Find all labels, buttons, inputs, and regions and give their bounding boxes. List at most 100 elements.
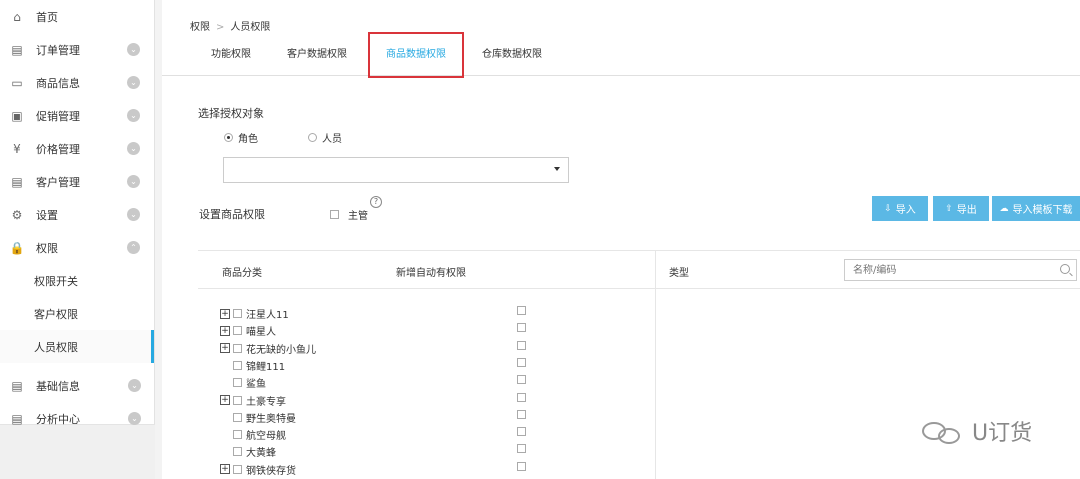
category-label: 鲨鱼 xyxy=(246,379,266,391)
export-button[interactable]: ⇧ 导出 xyxy=(933,196,989,221)
sidebar-item-0[interactable]: ▤ 基础信息 ⌄ xyxy=(0,369,155,402)
grid-header-border xyxy=(198,288,1080,289)
sidebar-item-label: 设置 xyxy=(36,208,58,222)
breadcrumb-current: 人员权限 xyxy=(230,22,271,33)
category-label: 汪星人11 xyxy=(246,310,289,321)
chevron-icon[interactable]: ⌄ xyxy=(128,412,141,425)
auto-permission-checkbox[interactable] xyxy=(517,461,526,471)
breadcrumb: 权限 > 人员权限 xyxy=(190,18,270,33)
auto-permission-checkbox[interactable] xyxy=(517,357,526,367)
auto-permission-checkbox[interactable] xyxy=(517,306,526,315)
tab-function-permission[interactable]: 功能权限 xyxy=(196,40,266,76)
auto-permission-checkbox[interactable] xyxy=(517,444,526,454)
breadcrumb-root[interactable]: 权限 xyxy=(190,22,210,33)
yen-icon: ¥ xyxy=(13,141,21,156)
sidebar-item-label: 价格管理 xyxy=(36,142,80,156)
category-checkbox[interactable] xyxy=(233,430,242,440)
category-label: 大黄蜂 xyxy=(246,448,276,460)
expand-icon[interactable]: + xyxy=(220,308,230,319)
template-download-label: 导入模板下载 xyxy=(1012,205,1073,216)
column-header-category: 商品分类 xyxy=(222,268,262,279)
person-radio[interactable] xyxy=(308,133,317,142)
help-icon[interactable]: ? xyxy=(370,196,382,208)
category-label: 花无缺的小鱼儿 xyxy=(246,344,316,356)
import-icon: ⇩ xyxy=(884,203,892,214)
sidebar-item-6[interactable]: ⚙ 设置 ⌄ xyxy=(0,198,154,231)
search-box xyxy=(844,259,1077,281)
category-checkbox[interactable] xyxy=(233,343,242,353)
sidebar-subitem-1[interactable]: 客户权限 xyxy=(0,297,154,330)
auto-permission-checkbox[interactable] xyxy=(517,409,526,419)
category-checkbox[interactable] xyxy=(233,447,242,457)
auto-permission-checkbox[interactable] xyxy=(517,375,526,385)
search-input[interactable] xyxy=(845,260,1045,280)
chevron-icon[interactable]: ⌄ xyxy=(127,175,140,188)
report-icon: ▤ xyxy=(11,411,23,426)
sidebar-item-label: 订单管理 xyxy=(36,43,80,57)
chevron-icon[interactable]: ⌃ xyxy=(127,241,140,254)
chevron-icon[interactable]: ⌄ xyxy=(127,43,140,56)
sidebar-item-3[interactable]: ▣ 促销管理 ⌄ xyxy=(0,99,154,132)
chevron-icon[interactable]: ⌄ xyxy=(128,379,141,392)
expand-icon[interactable]: + xyxy=(220,325,230,336)
role-radio-label: 角色 xyxy=(238,134,258,145)
tab-product-data-permission[interactable]: 商品数据权限 xyxy=(368,32,464,78)
sidebar-subitem-2[interactable]: 人员权限 xyxy=(0,330,154,363)
supervisor-label: 主管 xyxy=(348,211,368,222)
category-checkbox[interactable] xyxy=(233,378,242,388)
expand-icon[interactable]: + xyxy=(220,343,230,354)
expand-icon[interactable]: + xyxy=(220,464,230,475)
sidebar-item-2[interactable]: ▭ 商品信息 ⌄ xyxy=(0,66,154,99)
auth-object-label: 选择授权对象 xyxy=(198,107,264,120)
category-row: 野生奥特曼 xyxy=(220,409,296,426)
chevron-icon[interactable]: ⌄ xyxy=(127,142,140,155)
chevron-icon[interactable]: ⌄ xyxy=(127,208,140,221)
category-checkbox[interactable] xyxy=(233,412,242,422)
import-button[interactable]: ⇩ 导入 xyxy=(872,196,928,221)
chevron-down-icon xyxy=(554,167,560,171)
auto-permission-checkbox[interactable] xyxy=(517,392,526,402)
category-checkbox[interactable] xyxy=(233,309,242,318)
sidebar-item-label: 促销管理 xyxy=(36,109,80,123)
category-row: + 花无缺的小鱼儿 xyxy=(220,340,316,357)
sidebar-item-7[interactable]: 🔒 权限 ⌃ xyxy=(0,231,154,264)
chevron-icon[interactable]: ⌄ xyxy=(127,76,140,89)
sidebar-item-0[interactable]: ⌂ 首页 xyxy=(0,0,154,33)
category-row: 大黄蜂 xyxy=(220,443,276,460)
column-header-auto-permission: 新增自动有权限 xyxy=(396,268,466,279)
sidebar-subitem-0[interactable]: 权限开关 xyxy=(0,264,154,297)
person-radio-label: 人员 xyxy=(322,134,342,145)
auto-permission-checkbox[interactable] xyxy=(517,340,526,350)
auto-permission-checkbox[interactable] xyxy=(517,427,526,437)
watermark-text: U订货 xyxy=(972,421,1033,446)
sidebar-item-label: 权限 xyxy=(36,241,58,255)
category-checkbox[interactable] xyxy=(233,326,242,336)
category-row: 鲨鱼 xyxy=(220,374,266,391)
chevron-icon[interactable]: ⌄ xyxy=(127,109,140,122)
sidebar-item-4[interactable]: ¥ 价格管理 ⌄ xyxy=(0,132,154,165)
customer-icon: ▤ xyxy=(11,174,23,189)
auth-object-radios: 角色 人员 xyxy=(224,130,342,145)
expand-icon[interactable]: + xyxy=(220,395,230,405)
product-permission-label: 设置商品权限 xyxy=(199,208,265,221)
tab-customer-data-permission[interactable]: 客户数据权限 xyxy=(277,40,357,76)
category-row: + 钢铁侠存货 xyxy=(220,461,296,478)
tab-bar: 功能权限 客户数据权限 商品数据权限 仓库数据权限 xyxy=(162,32,1080,78)
category-checkbox[interactable] xyxy=(233,464,242,474)
sidebar-item-1[interactable]: ▤ 分析中心 ⌄ xyxy=(0,402,155,435)
supervisor-checkbox[interactable] xyxy=(330,210,339,219)
category-checkbox[interactable] xyxy=(233,395,242,405)
tab-warehouse-data-permission[interactable]: 仓库数据权限 xyxy=(472,40,552,76)
category-checkbox[interactable] xyxy=(233,360,242,370)
search-icon[interactable] xyxy=(1060,264,1070,274)
auto-permission-checkbox[interactable] xyxy=(517,323,526,333)
template-download-button[interactable]: ☁ 导入模板下载 xyxy=(992,196,1080,221)
role-radio[interactable] xyxy=(224,133,233,142)
cloud-download-icon: ☁ xyxy=(999,203,1009,214)
sidebar-item-1[interactable]: ▤ 订单管理 ⌄ xyxy=(0,33,154,66)
category-row: 锦鲤111 xyxy=(220,357,285,374)
auth-object-select[interactable] xyxy=(223,157,569,183)
sidebar-item-label: 基础信息 xyxy=(36,379,80,393)
box-icon: ▭ xyxy=(11,75,23,90)
sidebar-item-5[interactable]: ▤ 客户管理 ⌄ xyxy=(0,165,154,198)
